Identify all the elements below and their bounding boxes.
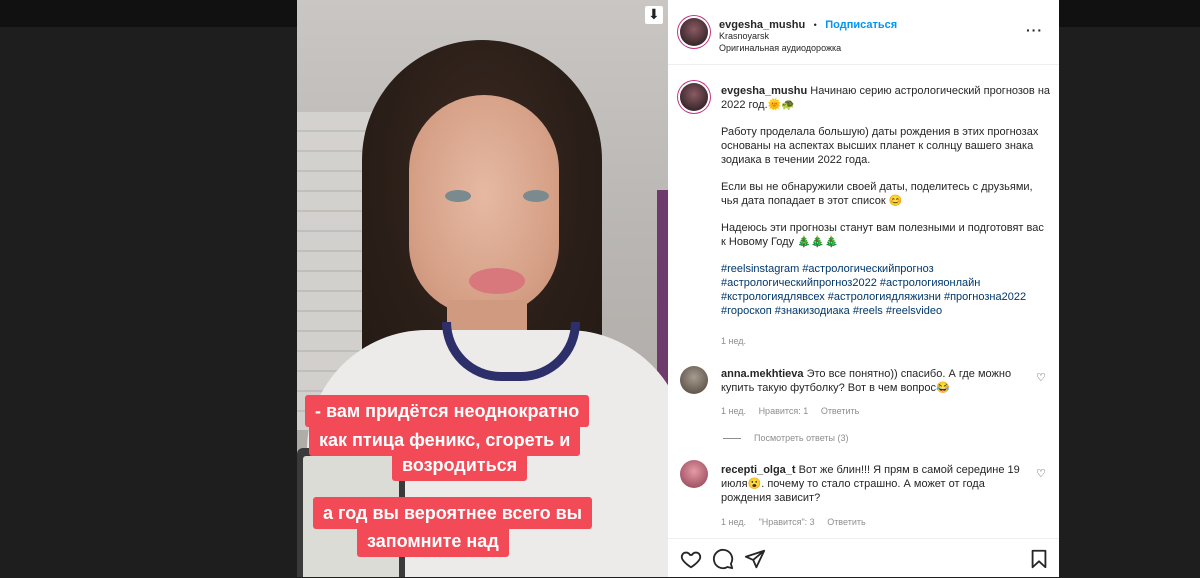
comment-2: recepti_olga_t Вот же блин!!! Я прям в с… [721, 463, 1021, 505]
comment-2-meta: 1 нед. "Нравится": 3 Ответить [721, 517, 876, 527]
comment-2-time[interactable]: 1 нед. [721, 517, 746, 527]
caption-paragraph-2: Работу проделала большую) даты рождения … [721, 126, 1039, 166]
post-header: evgesha_mushu • Подписаться Krasnoyarsk … [668, 0, 1059, 65]
download-icon[interactable] [645, 6, 663, 24]
comment-1-meta: 1 нед. Нравится: 1 Ответить [721, 406, 869, 416]
dot-separator: • [813, 20, 817, 30]
comment-1-likes[interactable]: Нравится: 1 [759, 406, 809, 416]
post-caption: evgesha_mushu Начинаю серию астрологичес… [721, 84, 1051, 331]
post-location[interactable]: Krasnoyarsk [719, 31, 769, 41]
author-avatar[interactable] [680, 18, 708, 46]
video-caption-line1: - вам придётся неоднократно [305, 395, 590, 427]
comment-1: anna.mekhtieva Это все понятно)) спасибо… [721, 367, 1021, 395]
comment-avatar[interactable] [680, 460, 708, 488]
caption-author-avatar[interactable] [680, 83, 708, 111]
audio-track[interactable]: Оригинальная аудиодорожка [719, 43, 841, 53]
person-eye-left [445, 190, 471, 202]
comment-1-time[interactable]: 1 нед. [721, 406, 746, 416]
comment-2-likes[interactable]: "Нравится": 3 [759, 517, 815, 527]
caption-author-username[interactable]: evgesha_mushu [721, 85, 807, 97]
person-lips [469, 268, 525, 294]
comment-1-username[interactable]: anna.mekhtieva [721, 368, 804, 380]
caption-time[interactable]: 1 нед. [721, 336, 746, 346]
follow-button[interactable]: Подписаться [825, 19, 897, 31]
video-caption-line5: запомните над [357, 525, 509, 557]
comment-2-like-icon[interactable]: ♡ [1036, 467, 1046, 480]
post-modal: - вам придётся неоднократно как птица фе… [297, 0, 1059, 577]
more-icon[interactable]: ··· [1026, 22, 1043, 38]
comment-2-reply-button[interactable]: Ответить [827, 517, 865, 527]
comment-icon[interactable] [712, 548, 734, 570]
comment-avatar[interactable] [680, 366, 708, 394]
person-eye-right [523, 190, 549, 202]
heart-icon[interactable] [680, 548, 702, 570]
author-username[interactable]: evgesha_mushu [719, 19, 805, 31]
view-replies-button[interactable]: Посмотреть ответы (3) [754, 433, 849, 443]
reel-video[interactable]: - вам придётся неоднократно как птица фе… [297, 0, 668, 577]
caption-paragraph-4: Надеюсь эти прогнозы станут вам полезным… [721, 222, 1044, 248]
comment-1-like-icon[interactable]: ♡ [1036, 371, 1046, 384]
post-side-panel: evgesha_mushu • Подписаться Krasnoyarsk … [668, 0, 1059, 577]
comment-2-username[interactable]: recepti_olga_t [721, 464, 796, 476]
replies-divider [723, 438, 741, 439]
caption-hashtags[interactable]: #reelsinstagram #астрологическийпрогноз … [721, 262, 1051, 318]
caption-paragraph-3: Если вы не обнаружили своей даты, подели… [721, 181, 1033, 207]
action-bar [668, 538, 1059, 578]
comment-1-reply-button[interactable]: Ответить [821, 406, 859, 416]
share-icon[interactable] [744, 548, 766, 570]
video-caption-line3: возродиться [392, 449, 528, 481]
bookmark-icon[interactable] [1028, 548, 1050, 570]
